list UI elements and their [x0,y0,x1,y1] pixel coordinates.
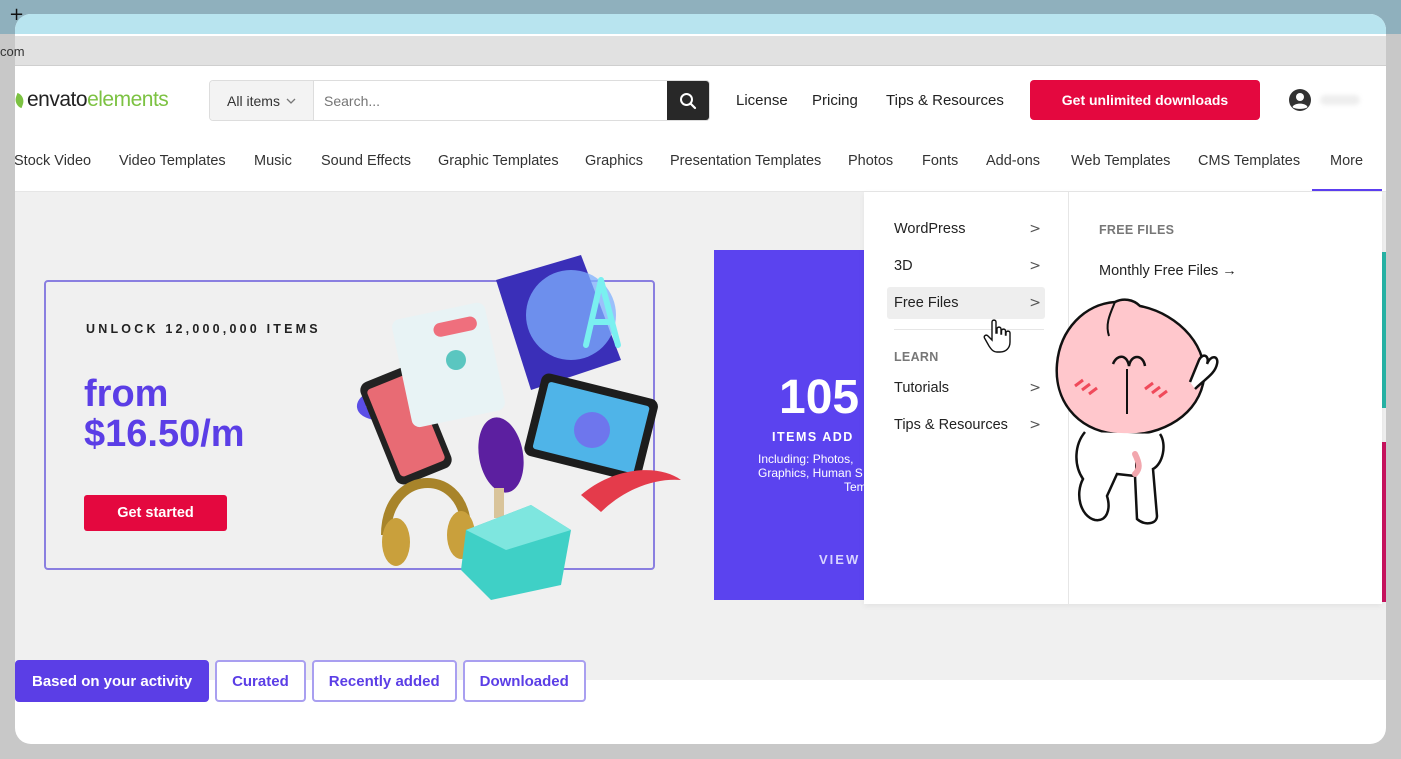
search-box: All items [209,80,710,121]
hero-price-line1: from [84,373,169,415]
learn-heading: LEARN [894,350,939,364]
menu-divider [894,329,1044,330]
menu-item-3d[interactable]: 3D > [887,250,1045,282]
tab-recently-added[interactable]: Recently added [311,660,457,702]
nav-more[interactable]: More [1330,153,1363,169]
feed-tabs: Based on your activity Curated Recently … [15,660,586,702]
chevron-right-icon: > [1029,417,1041,433]
promo-including-line2: Graphics, Human S [758,466,863,480]
nav-sound-effects[interactable]: Sound Effects [321,153,411,169]
nav-web-templates[interactable]: Web Templates [1071,153,1170,169]
chevron-right-icon: > [1029,258,1041,274]
promo-number: 105 [779,371,860,424]
leaf-icon [15,92,26,108]
promo-including-text: Including: Photos, Graphics, Human S Tem [758,452,867,494]
hero-price: from $16.50/m [84,374,344,454]
hero-collage-illustration [356,255,681,600]
search-icon [680,92,697,109]
menu-item-label: WordPress [894,221,966,237]
get-unlimited-downloads-button[interactable]: Get unlimited downloads [1030,80,1260,120]
chevron-down-icon [286,98,296,104]
monthly-free-files-link[interactable]: Monthly Free Files → [1099,263,1237,279]
search-button[interactable] [667,81,709,120]
menu-item-label: Tutorials [894,380,950,396]
active-nav-underline [1312,189,1382,191]
user-name-redacted [1320,95,1360,105]
chevron-right-icon: > [1029,221,1041,237]
tab-downloaded[interactable]: Downloaded [462,660,586,702]
envato-logo[interactable]: envato elements [15,88,169,112]
nav-tips-resources-link[interactable]: Tips & Resources [886,92,1004,109]
nav-presentation-templates[interactable]: Presentation Templates [670,153,821,169]
search-input[interactable] [314,81,667,120]
menu-item-tips-resources[interactable]: Tips & Resources > [887,409,1045,441]
nav-add-ons[interactable]: Add-ons [986,153,1040,169]
category-nav: Stock Video Video Templates Music Sound … [15,132,1386,192]
promo-including-line1: Including: Photos, [758,452,854,466]
nav-music[interactable]: Music [254,153,292,169]
nav-video-templates[interactable]: Video Templates [119,153,226,169]
get-started-button[interactable]: Get started [84,495,227,531]
address-url-text[interactable]: com [0,44,25,59]
peach-character-sticker [1055,298,1219,525]
promo-items-label: ITEMS ADD [772,430,854,444]
nav-pricing-link[interactable]: Pricing [812,92,858,109]
promo-card[interactable]: 105 ITEMS ADD Including: Photos, Graphic… [714,250,874,600]
site-header: envatoelements All items License Pricing… [15,70,1386,132]
nav-graphics[interactable]: Graphics [585,153,643,169]
menu-item-free-files[interactable]: Free Files > [887,287,1045,319]
category-select-label: All items [227,92,280,109]
hero-banner: UNLOCK 12,000,000 ITEMS from $16.50/m Ge… [44,255,681,600]
promo-including-line3: Tem [844,480,867,494]
nav-cms-templates[interactable]: CMS Templates [1198,153,1300,169]
tab-strip [15,14,1386,34]
user-account-icon[interactable] [1288,88,1312,112]
hero-eyebrow: UNLOCK 12,000,000 ITEMS [86,322,321,336]
nav-license-link[interactable]: License [736,92,788,109]
nav-fonts[interactable]: Fonts [922,153,958,169]
browser-window: envatoelements All items License Pricing… [15,14,1386,744]
address-bar[interactable] [15,36,1386,66]
chevron-right-icon: > [1029,295,1041,311]
free-files-heading: FREE FILES [1099,223,1175,237]
tab-based-on-activity[interactable]: Based on your activity [15,660,210,702]
category-select[interactable]: All items [210,81,314,120]
hand-cursor-icon [983,319,1011,353]
logo-text-elements: elements [87,88,169,111]
chevron-right-icon: > [1029,380,1041,396]
menu-item-label: 3D [894,258,913,274]
nav-graphic-templates[interactable]: Graphic Templates [438,153,559,169]
nav-stock-video[interactable]: Stock Video [15,153,91,169]
nav-photos[interactable]: Photos [848,153,893,169]
dropdown-left-column: WordPress > 3D > Free Files > LEARN Tuto… [864,192,1069,604]
logo-text-envato: envato [27,88,88,111]
menu-item-label: Tips & Resources [894,417,1008,433]
hero-price-line2: $16.50/m [84,413,245,455]
promo-view-link[interactable]: VIEW [819,552,860,567]
menu-item-tutorials[interactable]: Tutorials > [887,372,1045,404]
menu-item-wordpress[interactable]: WordPress > [887,213,1045,245]
tab-curated[interactable]: Curated [215,660,306,702]
menu-item-label: Free Files [894,295,959,311]
